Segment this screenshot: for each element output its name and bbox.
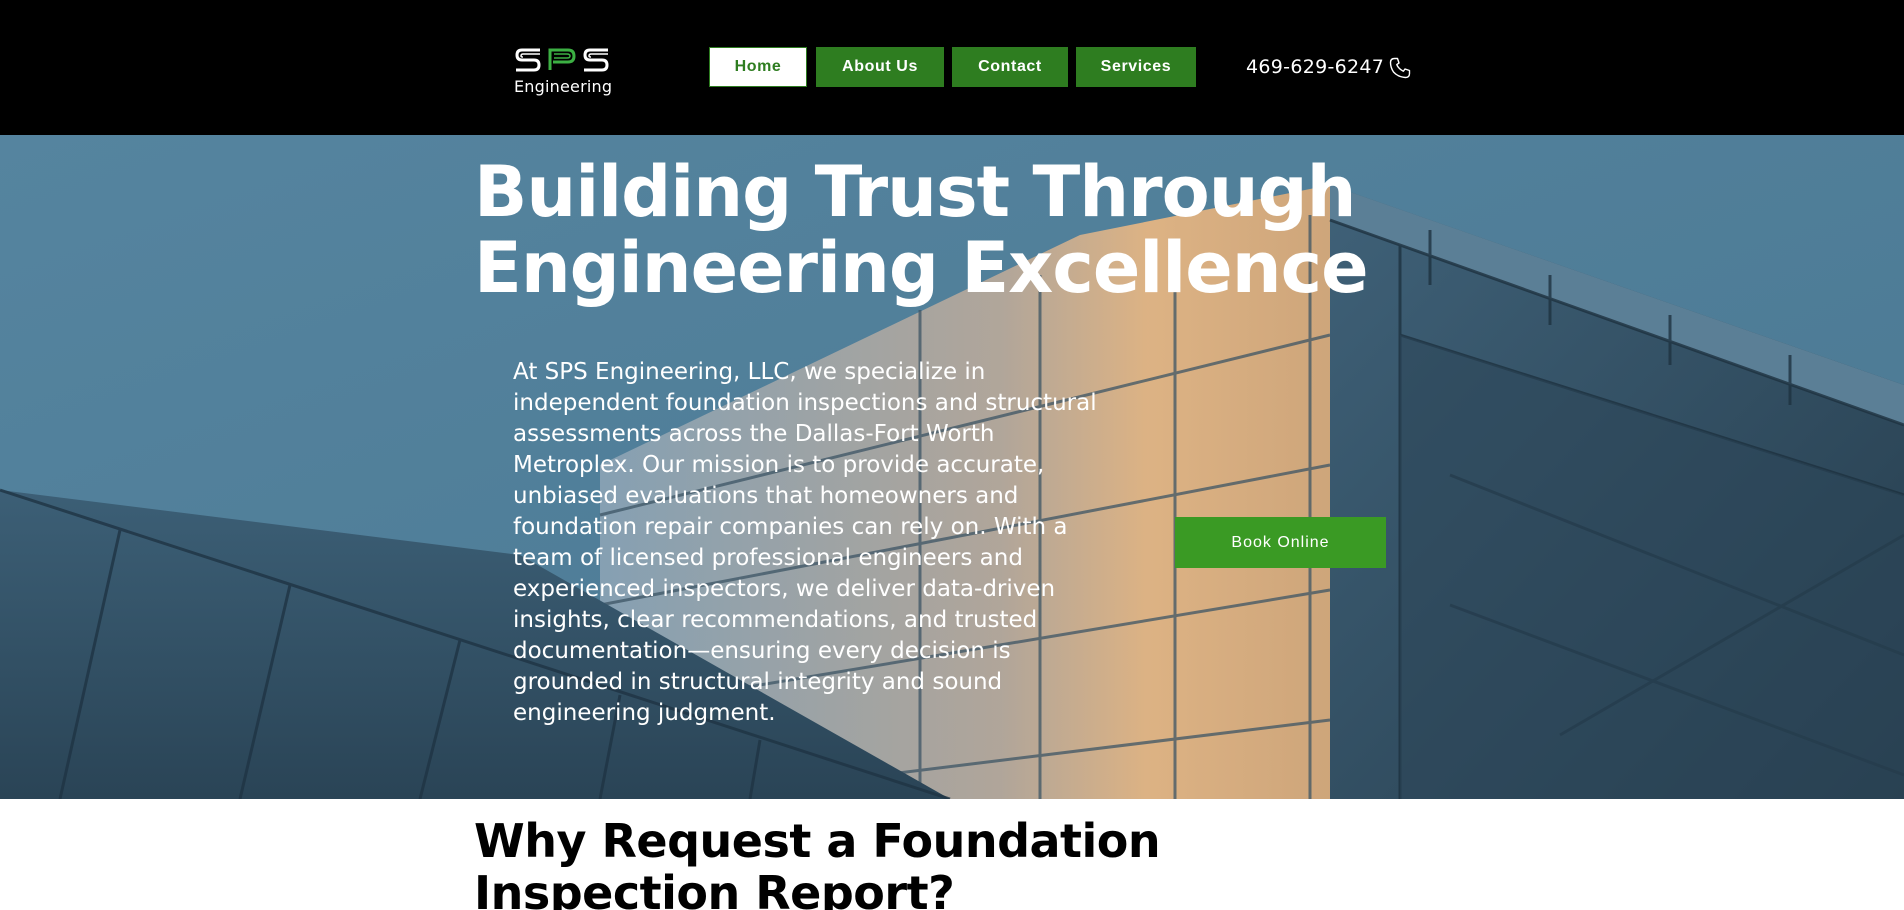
logo-text: Engineering bbox=[514, 77, 613, 96]
section-title-line-1: Why Request a Foundation bbox=[474, 814, 1161, 868]
hero-title: Building Trust Through Engineering Excel… bbox=[474, 154, 1374, 306]
hero-title-line-2: Engineering Excellence bbox=[474, 227, 1369, 309]
section-title: Why Request a Foundation Inspection Repo… bbox=[474, 815, 1274, 910]
nav-home[interactable]: Home bbox=[709, 47, 807, 87]
hero-section: Building Trust Through Engineering Excel… bbox=[0, 135, 1904, 799]
nav-about-us[interactable]: About Us bbox=[816, 47, 944, 87]
hero-description: At SPS Engineering, LLC, we specialize i… bbox=[513, 359, 1097, 726]
nav-services[interactable]: Services bbox=[1076, 47, 1196, 87]
phone-icon[interactable] bbox=[1388, 56, 1412, 80]
section-title-line-2: Inspection Report? bbox=[474, 866, 955, 910]
logo[interactable]: Engineering bbox=[514, 46, 613, 100]
book-online-button[interactable]: Book Online bbox=[1175, 517, 1386, 568]
phone-number[interactable]: 469-629-6247 bbox=[1246, 55, 1384, 79]
logo-mark bbox=[515, 48, 609, 72]
hero-title-line-1: Building Trust Through bbox=[474, 151, 1356, 233]
nav-contact[interactable]: Contact bbox=[952, 47, 1068, 87]
site-header: Engineering Home About Us Contact Servic… bbox=[0, 0, 1904, 135]
